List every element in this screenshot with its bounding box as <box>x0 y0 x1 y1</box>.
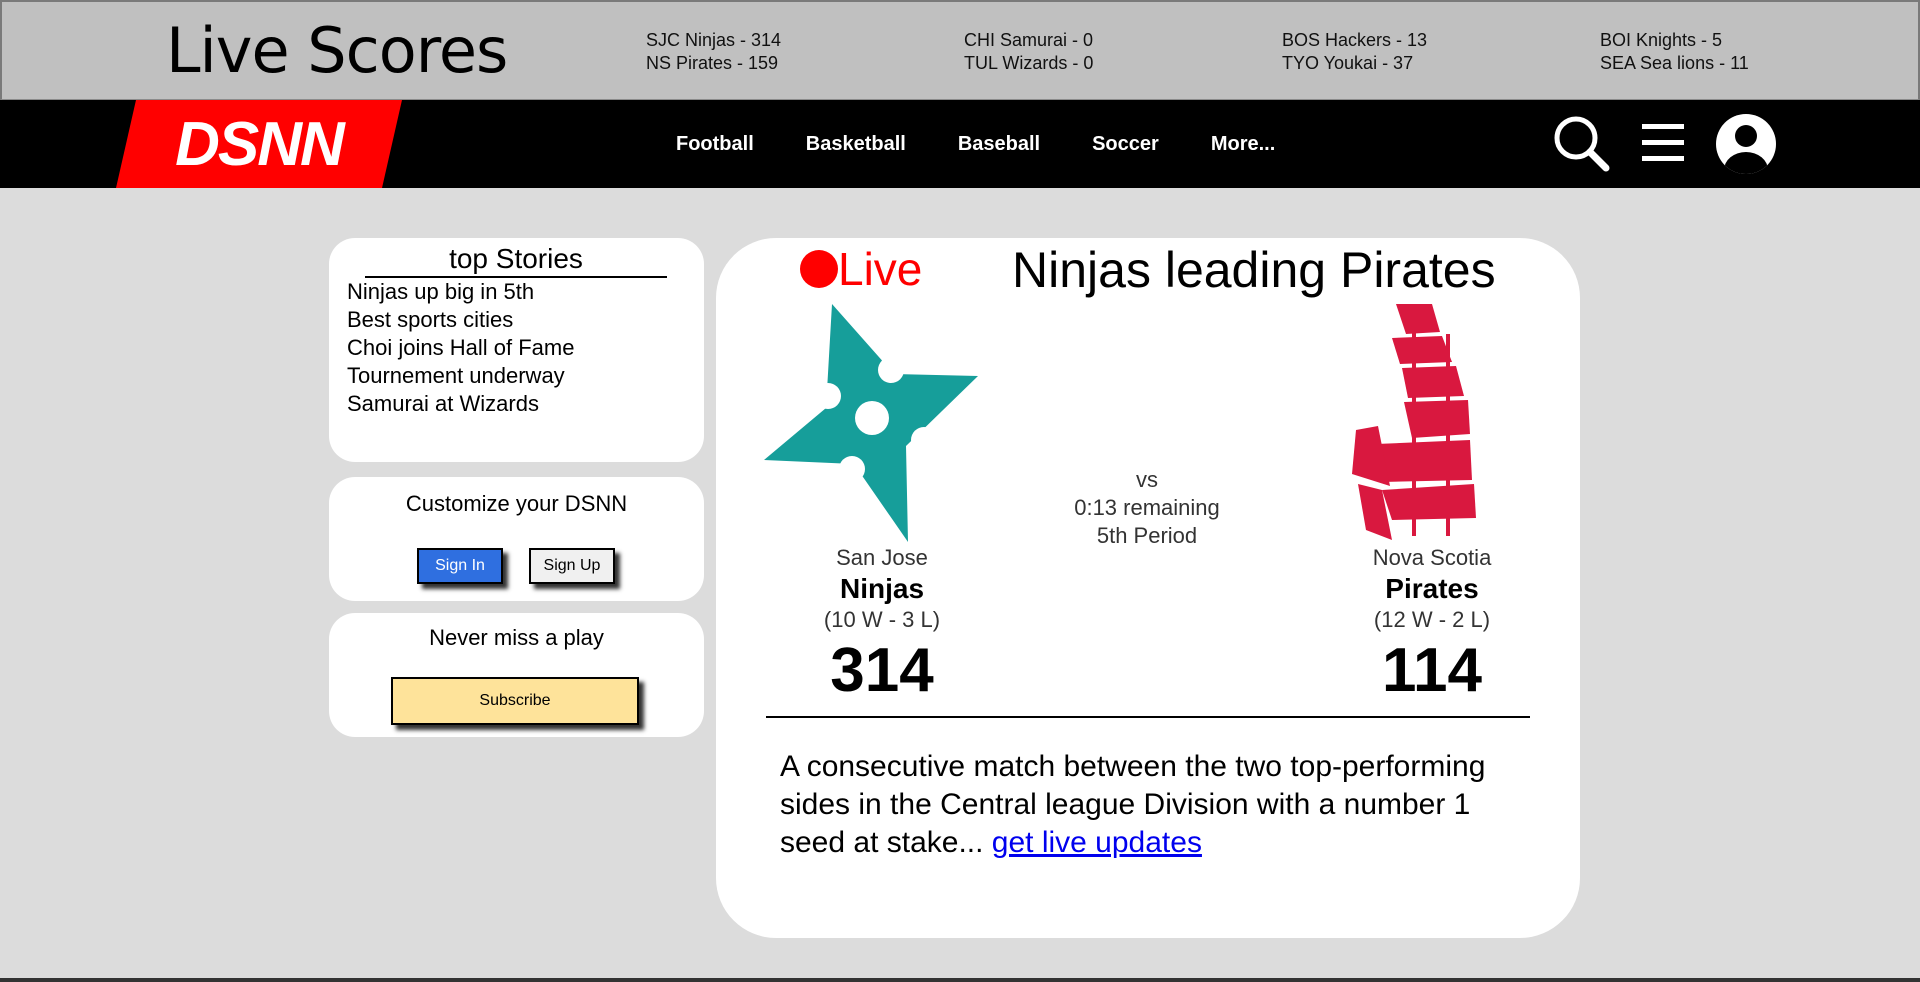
live-scores-bar: Live Scores SJC Ninjas - 314 NS Pirates … <box>0 0 1920 100</box>
search-icon[interactable] <box>1552 114 1610 177</box>
pirate-ship-logo <box>1352 304 1498 547</box>
nav-link-football[interactable]: Football <box>676 133 754 156</box>
story-item[interactable]: Best sports cities <box>347 306 574 334</box>
score-line: TYO Youkai - 37 <box>1282 53 1414 73</box>
vs-label: vs <box>1136 467 1158 492</box>
top-stories-title: top Stories <box>365 242 667 278</box>
subscribe-card: Never miss a play Subscribe <box>329 613 704 737</box>
logo-text: DSNN <box>175 109 345 179</box>
subscribe-title: Never miss a play <box>429 625 604 650</box>
home-team-name: Ninjas <box>839 573 925 604</box>
nav-link-more[interactable]: More... <box>1211 133 1275 156</box>
away-team-city: Nova Scotia <box>1372 545 1492 570</box>
customize-card: Customize your DSNN Sign In Sign Up <box>329 477 704 601</box>
period-label: 5th Period <box>1096 523 1198 548</box>
score-line: NS Pirates - 159 <box>646 53 779 73</box>
away-team-record: (12 W - 2 L) <box>1373 607 1491 632</box>
nav-link-baseball[interactable]: Baseball <box>958 133 1040 156</box>
user-icon[interactable] <box>1714 112 1778 181</box>
away-team-score: 114 <box>1381 636 1483 705</box>
home-team-city: San Jose <box>836 545 928 570</box>
live-updates-link[interactable]: get live updates <box>992 826 1202 859</box>
score-line: CHI Samurai - 0 <box>964 30 1094 50</box>
sign-up-button[interactable]: Sign Up <box>529 548 615 584</box>
score-line: SEA Sea lions - 11 <box>1600 53 1749 73</box>
score-ticker-game[interactable]: SJC Ninjas - 314 NS Pirates - 159 <box>646 29 781 75</box>
nav-links: Football Basketball Baseball Soccer More… <box>676 100 1327 188</box>
score-ticker-game[interactable]: CHI Samurai - 0 TUL Wizards - 0 <box>964 29 1093 75</box>
home-team[interactable]: San Jose Ninjas (10 W - 3 L) 314 <box>752 544 1012 706</box>
match-title: Ninjas leading Pirates <box>1012 242 1496 298</box>
away-team-name: Pirates <box>1385 573 1479 604</box>
menu-icon[interactable] <box>1640 120 1686 171</box>
nav-link-basketball[interactable]: Basketball <box>806 133 906 156</box>
match-description: A consecutive match between the two top-… <box>780 748 1540 862</box>
top-stories-card: top Stories Ninjas up big in 5th Best sp… <box>329 238 704 462</box>
match-status: vs 0:13 remaining 5th Period <box>1032 466 1262 550</box>
subscribe-button[interactable]: Subscribe <box>391 677 639 725</box>
story-item[interactable]: Tournement underway <box>347 362 574 390</box>
home-team-record: (10 W - 3 L) <box>823 607 941 632</box>
score-line: BOS Hackers - 13 <box>1282 30 1428 50</box>
live-match-card: Live Ninjas leading Pirates San Jose Nin… <box>716 238 1580 938</box>
score-ticker-game[interactable]: BOS Hackers - 13 TYO Youkai - 37 <box>1282 29 1427 75</box>
ninja-star-logo <box>764 304 978 547</box>
story-item[interactable]: Choi joins Hall of Fame <box>347 334 574 362</box>
score-line: SJC Ninjas - 314 <box>646 30 782 50</box>
main-nav: DSNN Football Basketball Baseball Soccer… <box>0 100 1920 188</box>
score-line: BOI Knights - 5 <box>1600 30 1723 50</box>
live-label: Live <box>838 243 923 295</box>
page-bottom-border <box>0 978 1920 982</box>
away-team[interactable]: Nova Scotia Pirates (12 W - 2 L) 114 <box>1302 544 1562 706</box>
home-team-score: 314 <box>830 636 934 705</box>
story-item[interactable]: Samurai at Wizards <box>347 390 574 418</box>
customize-title: Customize your DSNN <box>405 491 628 516</box>
nav-link-soccer[interactable]: Soccer <box>1092 133 1159 156</box>
score-ticker-game[interactable]: BOI Knights - 5 SEA Sea lions - 11 <box>1600 29 1749 75</box>
dsnn-logo[interactable]: DSNN <box>116 100 402 188</box>
story-item[interactable]: Ninjas up big in 5th <box>347 278 574 306</box>
live-indicator-icon <box>800 250 838 288</box>
time-remaining: 0:13 remaining <box>1074 495 1220 520</box>
match-divider <box>766 716 1530 718</box>
sign-in-button[interactable]: Sign In <box>417 548 503 584</box>
score-line: TUL Wizards - 0 <box>964 53 1094 73</box>
live-scores-title: Live Scores <box>166 14 508 87</box>
story-list: Ninjas up big in 5th Best sports cities … <box>347 278 574 418</box>
